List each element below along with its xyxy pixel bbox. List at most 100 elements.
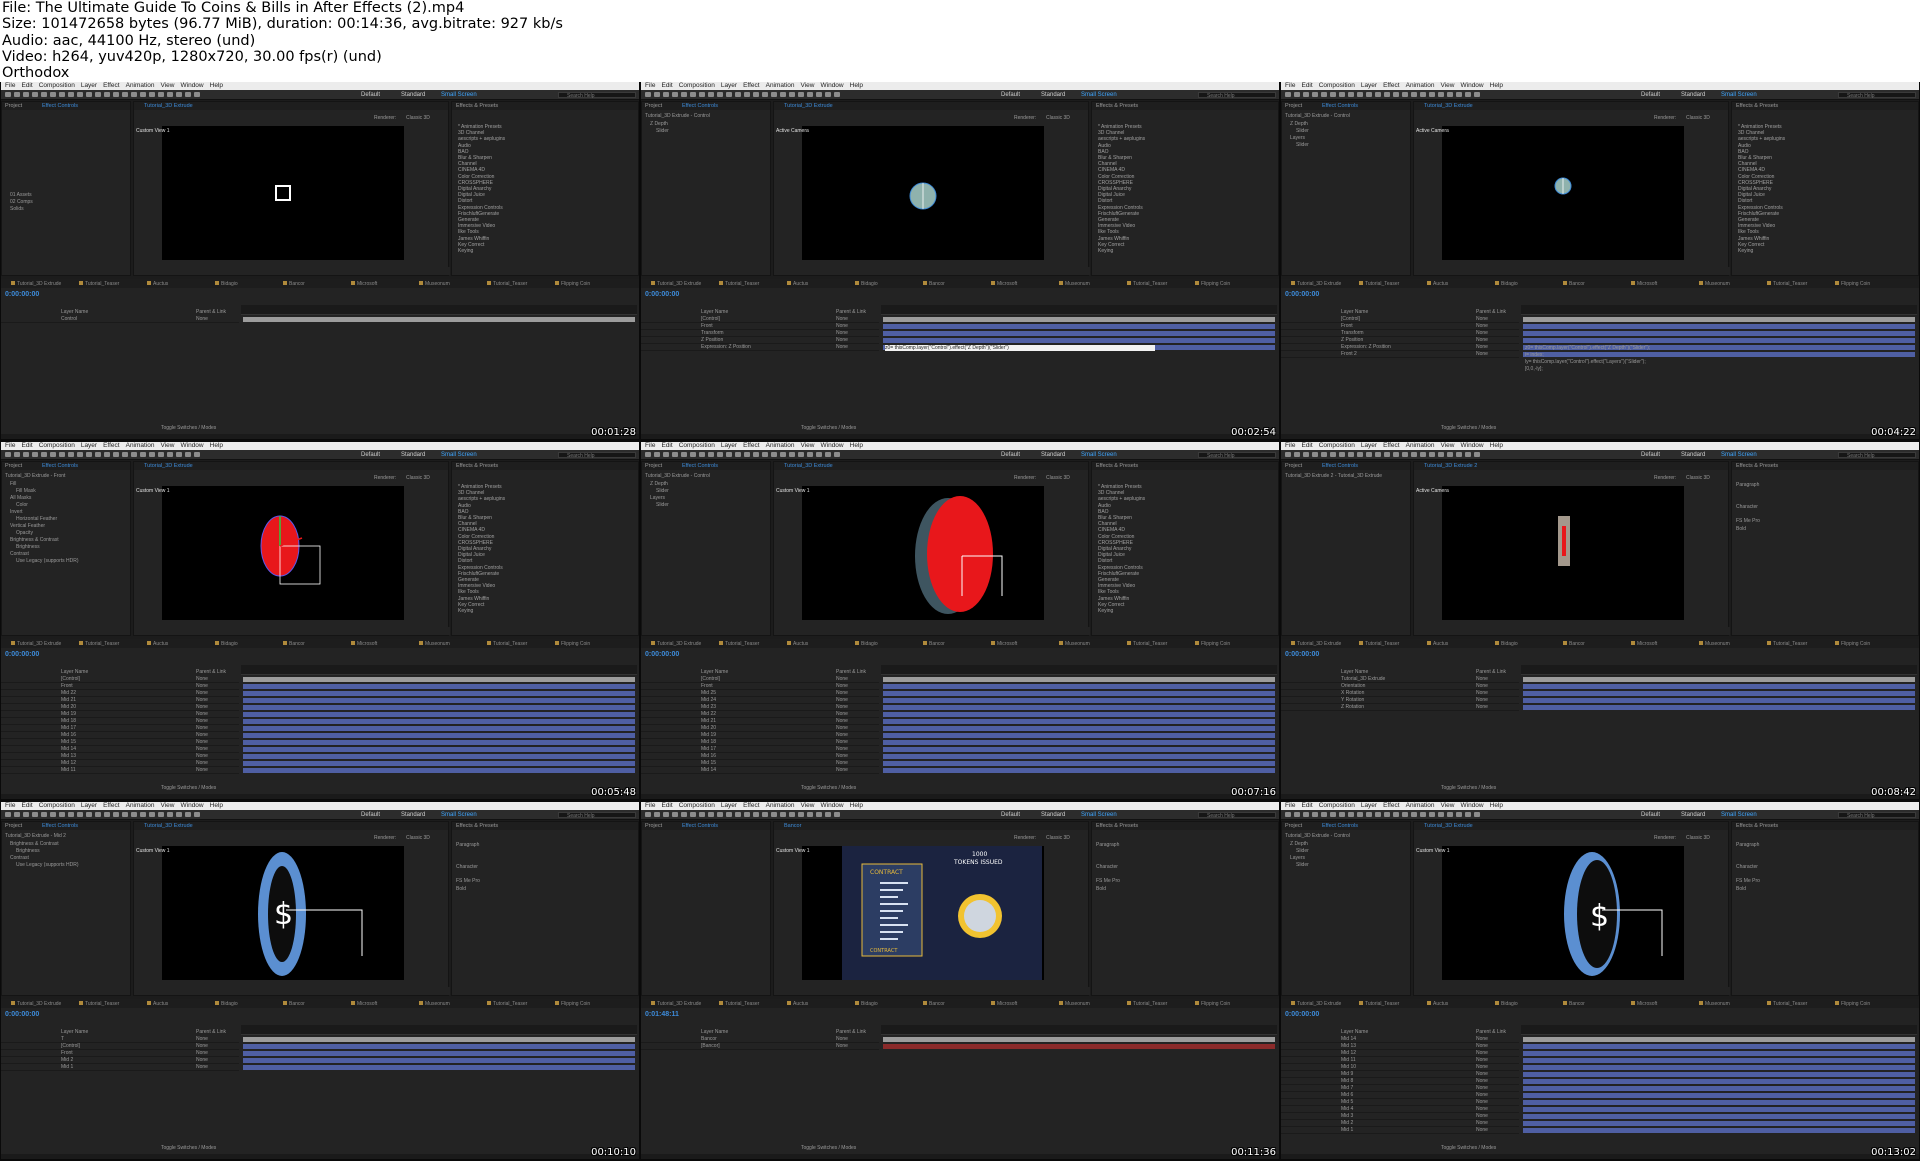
tool-icon[interactable]: [131, 812, 137, 817]
comp-viewer[interactable]: [1442, 486, 1684, 620]
menu-item[interactable]: View: [161, 442, 175, 450]
layer-row[interactable]: Mid 18 None: [1, 718, 239, 725]
tool-icon[interactable]: [1474, 812, 1480, 817]
comp-tab[interactable]: Flipping Coin: [1195, 1001, 1230, 1007]
comp-tab[interactable]: Tutorial_Teaser: [719, 641, 759, 647]
tool-icon[interactable]: [158, 452, 164, 457]
layer-row[interactable]: Mid 18 None: [641, 739, 879, 746]
comp-tab[interactable]: Auctus: [147, 641, 168, 647]
layer-row[interactable]: Transform None: [1281, 330, 1519, 337]
parent-select[interactable]: None: [1476, 337, 1488, 343]
tool-icon[interactable]: [1330, 92, 1336, 97]
parent-select[interactable]: None: [1476, 1064, 1488, 1070]
layer-duration-bar[interactable]: [1523, 1093, 1915, 1098]
menu-item[interactable]: Window: [181, 802, 204, 810]
menu-item[interactable]: Animation: [766, 802, 795, 810]
comp-tab[interactable]: Tutorial_Teaser: [1127, 281, 1167, 287]
parent-select[interactable]: None: [196, 1043, 208, 1049]
menu-item[interactable]: Effect: [103, 82, 120, 90]
comp-tab[interactable]: Tutorial_Teaser: [1127, 1001, 1167, 1007]
comp-tab[interactable]: Bancor: [1563, 1001, 1585, 1007]
comp-tab[interactable]: Bancor: [923, 641, 945, 647]
parent-select[interactable]: None: [1476, 323, 1488, 329]
tool-icon[interactable]: [816, 92, 822, 97]
tab-composition[interactable]: Tutorial_3D Extrude: [1424, 823, 1473, 830]
tool-icon[interactable]: [194, 92, 200, 97]
workspace-tab[interactable]: Default: [361, 91, 380, 99]
parent-select[interactable]: None: [1476, 1092, 1488, 1098]
current-time[interactable]: 0:01:48:11: [645, 1011, 679, 1018]
layer-row[interactable]: Mid 7 None: [1281, 1085, 1519, 1092]
layer-row[interactable]: Mid 1 None: [1, 1064, 239, 1071]
layer-row[interactable]: Mid 16 None: [1, 732, 239, 739]
tool-icon[interactable]: [122, 452, 128, 457]
parent-select[interactable]: None: [836, 316, 848, 322]
menu-item[interactable]: File: [5, 442, 15, 450]
menu-item[interactable]: Composition: [679, 442, 715, 450]
comp-tab[interactable]: Museonum: [419, 1001, 450, 1007]
menu-item[interactable]: Edit: [661, 82, 672, 90]
tool-icon[interactable]: [1339, 92, 1345, 97]
tool-icon[interactable]: [1465, 92, 1471, 97]
comp-tab[interactable]: Tutorial_3D Extrude: [11, 1001, 61, 1007]
tool-icon[interactable]: [699, 812, 705, 817]
effect-category[interactable]: Expression Controls: [1098, 565, 1145, 571]
tool-icon[interactable]: [59, 812, 65, 817]
tool-icon[interactable]: [1330, 452, 1336, 457]
menu-item[interactable]: View: [161, 82, 175, 90]
layer-row[interactable]: Mid 19 None: [1, 711, 239, 718]
parent-select[interactable]: None: [836, 725, 848, 731]
layer-duration-bar[interactable]: [883, 691, 1275, 696]
menu-item[interactable]: View: [801, 82, 815, 90]
layer-duration-bar[interactable]: [883, 1044, 1275, 1049]
parent-select[interactable]: None: [836, 704, 848, 710]
comp-tab[interactable]: Tutorial_Teaser: [1767, 281, 1807, 287]
parent-select[interactable]: None: [836, 753, 848, 759]
project-folder[interactable]: 01 Assets: [10, 192, 32, 198]
tab-effect-controls[interactable]: Effect Controls: [1322, 463, 1358, 470]
tool-icon[interactable]: [1375, 812, 1381, 817]
parent-select[interactable]: None: [196, 739, 208, 745]
tool-icon[interactable]: [167, 92, 173, 97]
comp-tab[interactable]: Bancor: [1563, 281, 1585, 287]
tool-icon[interactable]: [23, 92, 29, 97]
effect-category[interactable]: Keying: [458, 608, 505, 614]
tool-icon[interactable]: [771, 812, 777, 817]
layer-row[interactable]: Mid 19 None: [641, 732, 879, 739]
search-help-input[interactable]: Search Help: [1838, 452, 1916, 459]
menu-item[interactable]: Window: [181, 442, 204, 450]
effect-property[interactable]: Slider: [1296, 848, 1309, 854]
workspace-tab[interactable]: Default: [361, 811, 380, 819]
comp-tab[interactable]: Tutorial_3D Extrude: [1291, 641, 1341, 647]
current-time[interactable]: 0:00:00:00: [1285, 291, 1319, 298]
renderer-value[interactable]: Classic 3D: [1686, 835, 1710, 841]
layer-row[interactable]: Z Rotation None: [1281, 704, 1519, 711]
tab-effect-controls[interactable]: Effect Controls: [682, 103, 718, 110]
effect-property[interactable]: Z Depth: [650, 481, 668, 487]
tool-icon[interactable]: [1429, 812, 1435, 817]
comp-tab[interactable]: Tutorial_Teaser: [79, 281, 119, 287]
effect-category[interactable]: aescripts + aeplugins: [458, 496, 505, 502]
layer-duration-bar[interactable]: [1523, 705, 1915, 710]
tool-icon[interactable]: [762, 812, 768, 817]
menu-item[interactable]: Animation: [1406, 802, 1435, 810]
layer-duration-bar[interactable]: [243, 712, 635, 717]
layer-row[interactable]: Mid 13 None: [1, 753, 239, 760]
search-help-input[interactable]: Search Help: [558, 812, 636, 819]
menu-item[interactable]: Layer: [1361, 802, 1377, 810]
parent-select[interactable]: None: [836, 711, 848, 717]
tool-icon[interactable]: [780, 812, 786, 817]
tool-icon[interactable]: [86, 452, 92, 457]
layer-duration-bar[interactable]: [243, 1044, 635, 1049]
effect-category[interactable]: Keying: [1098, 608, 1145, 614]
paragraph-panel-title[interactable]: Paragraph: [1096, 842, 1119, 848]
comp-tab[interactable]: Museonum: [1699, 641, 1730, 647]
tool-icon[interactable]: [825, 452, 831, 457]
tool-icon[interactable]: [1456, 812, 1462, 817]
menu-item[interactable]: Help: [850, 82, 863, 90]
effect-category[interactable]: Expression Controls: [1738, 205, 1785, 211]
menu-item[interactable]: File: [5, 82, 15, 90]
project-folder[interactable]: 02 Comps: [10, 199, 33, 205]
tool-icon[interactable]: [645, 92, 651, 97]
layer-row[interactable]: Z Position None: [1281, 337, 1519, 344]
